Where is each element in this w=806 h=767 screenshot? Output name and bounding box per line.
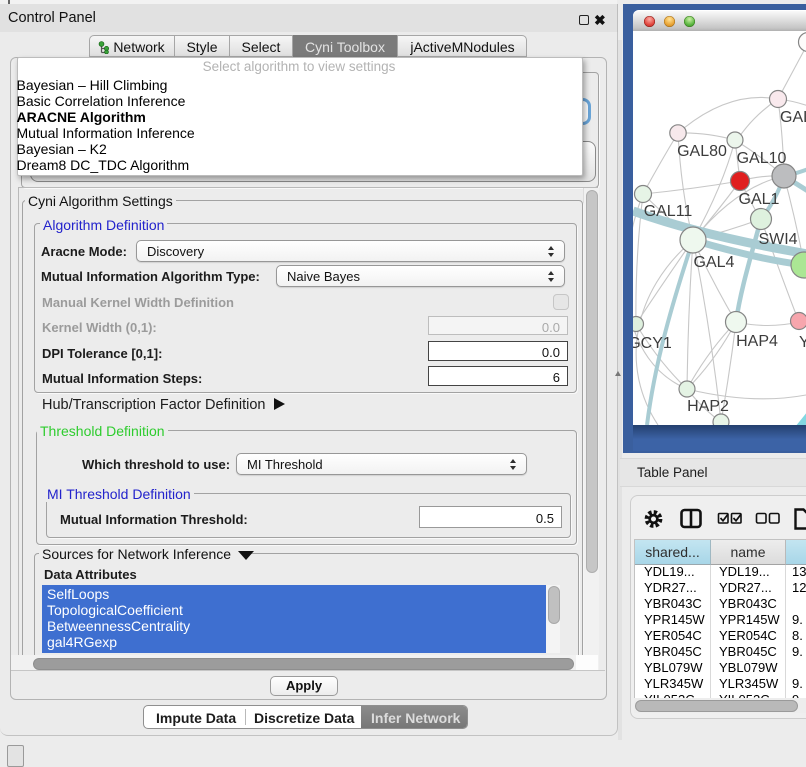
svg-text:SWI4: SWI4 <box>758 231 797 248</box>
svg-text:GAL11: GAL11 <box>644 203 693 220</box>
svg-text:GAL: GAL <box>780 109 806 126</box>
svg-text:GAL1: GAL1 <box>739 191 780 208</box>
svg-text:HAP2: HAP2 <box>687 398 729 415</box>
svg-text:GAL10: GAL10 <box>737 150 787 167</box>
svg-text:GCY1: GCY1 <box>633 335 672 352</box>
svg-text:GAL80: GAL80 <box>677 143 727 160</box>
svg-text:GAL4: GAL4 <box>694 254 735 271</box>
svg-text:Y: Y <box>799 334 806 351</box>
svg-text:HAP4: HAP4 <box>736 333 778 350</box>
